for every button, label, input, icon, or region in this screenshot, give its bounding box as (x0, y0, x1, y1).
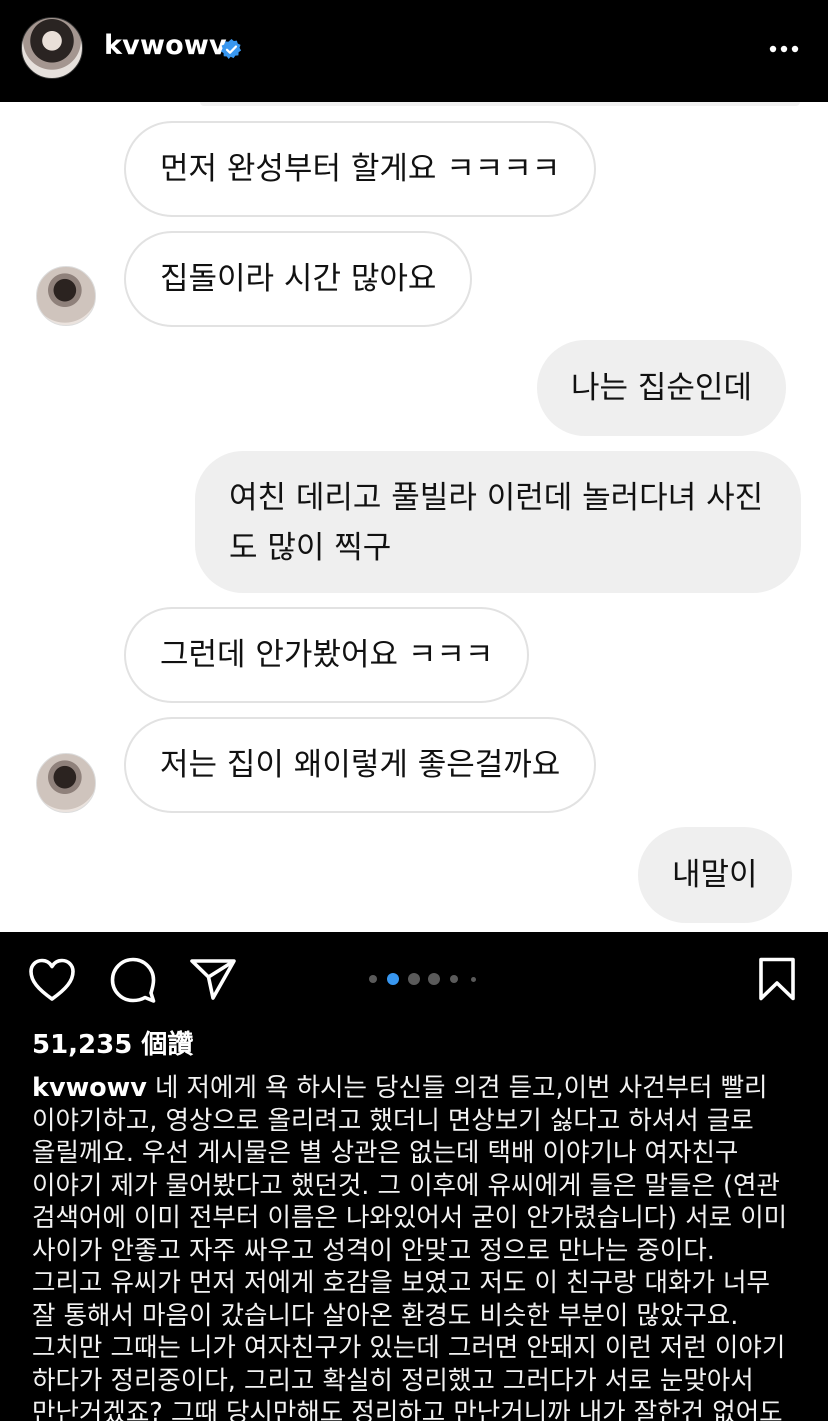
chat-screenshot: 먼저 완성부터 할게요 ㅋㅋㅋㅋ 집돌이라 시간 많아요 나는 집순인데 여친 … (0, 102, 828, 932)
chat-avatar (36, 266, 96, 326)
caption-username[interactable]: kvwowv (32, 1073, 147, 1103)
caption-text: 네 저에게 욕 하시는 당신들 의견 듣고,이번 사건부터 빨리 이야기하고, … (32, 1073, 788, 1421)
carousel-dot (471, 977, 476, 982)
message-bubble: 저는 집이 왜이렇게 좋은걸까요 (124, 717, 597, 813)
partial-bubble (200, 102, 800, 106)
carousel-dot-active (387, 973, 399, 985)
verified-badge-icon (221, 38, 242, 59)
message-bubble: 먼저 완성부터 할게요 ㅋㅋㅋㅋ (124, 121, 597, 217)
carousel-dot (369, 975, 377, 983)
message-bubble: 여친 데리고 풀빌라 이런데 놀러다녀 사진도 많이 찍구 (195, 451, 801, 593)
post-header: kvwowv (0, 0, 828, 102)
message-bubble: 집돌이라 시간 많아요 (124, 231, 473, 327)
comment-icon[interactable] (109, 956, 157, 1004)
profile-username[interactable]: kvwowv (104, 30, 227, 61)
message-bubble: 나는 집순인데 (537, 340, 786, 436)
likes-count[interactable]: 51,235 個讚 (32, 1024, 193, 1061)
carousel-dot (428, 973, 440, 985)
message-bubble: 그런데 안가봤어요 ㅋㅋㅋ (124, 607, 530, 703)
send-icon[interactable] (189, 957, 237, 1001)
message-bubble: 내말이 (638, 827, 792, 923)
heart-icon[interactable] (28, 957, 76, 1003)
carousel-dot (450, 975, 458, 983)
post-caption: kvwowv 네 저에게 욕 하시는 당신들 의견 듣고,이번 사건부터 빨리 … (32, 1072, 792, 1421)
bookmark-icon[interactable] (757, 956, 797, 1002)
profile-avatar[interactable] (21, 17, 83, 79)
more-horizontal-icon[interactable] (768, 38, 800, 60)
chat-avatar (36, 753, 96, 813)
carousel-dot (408, 973, 420, 985)
